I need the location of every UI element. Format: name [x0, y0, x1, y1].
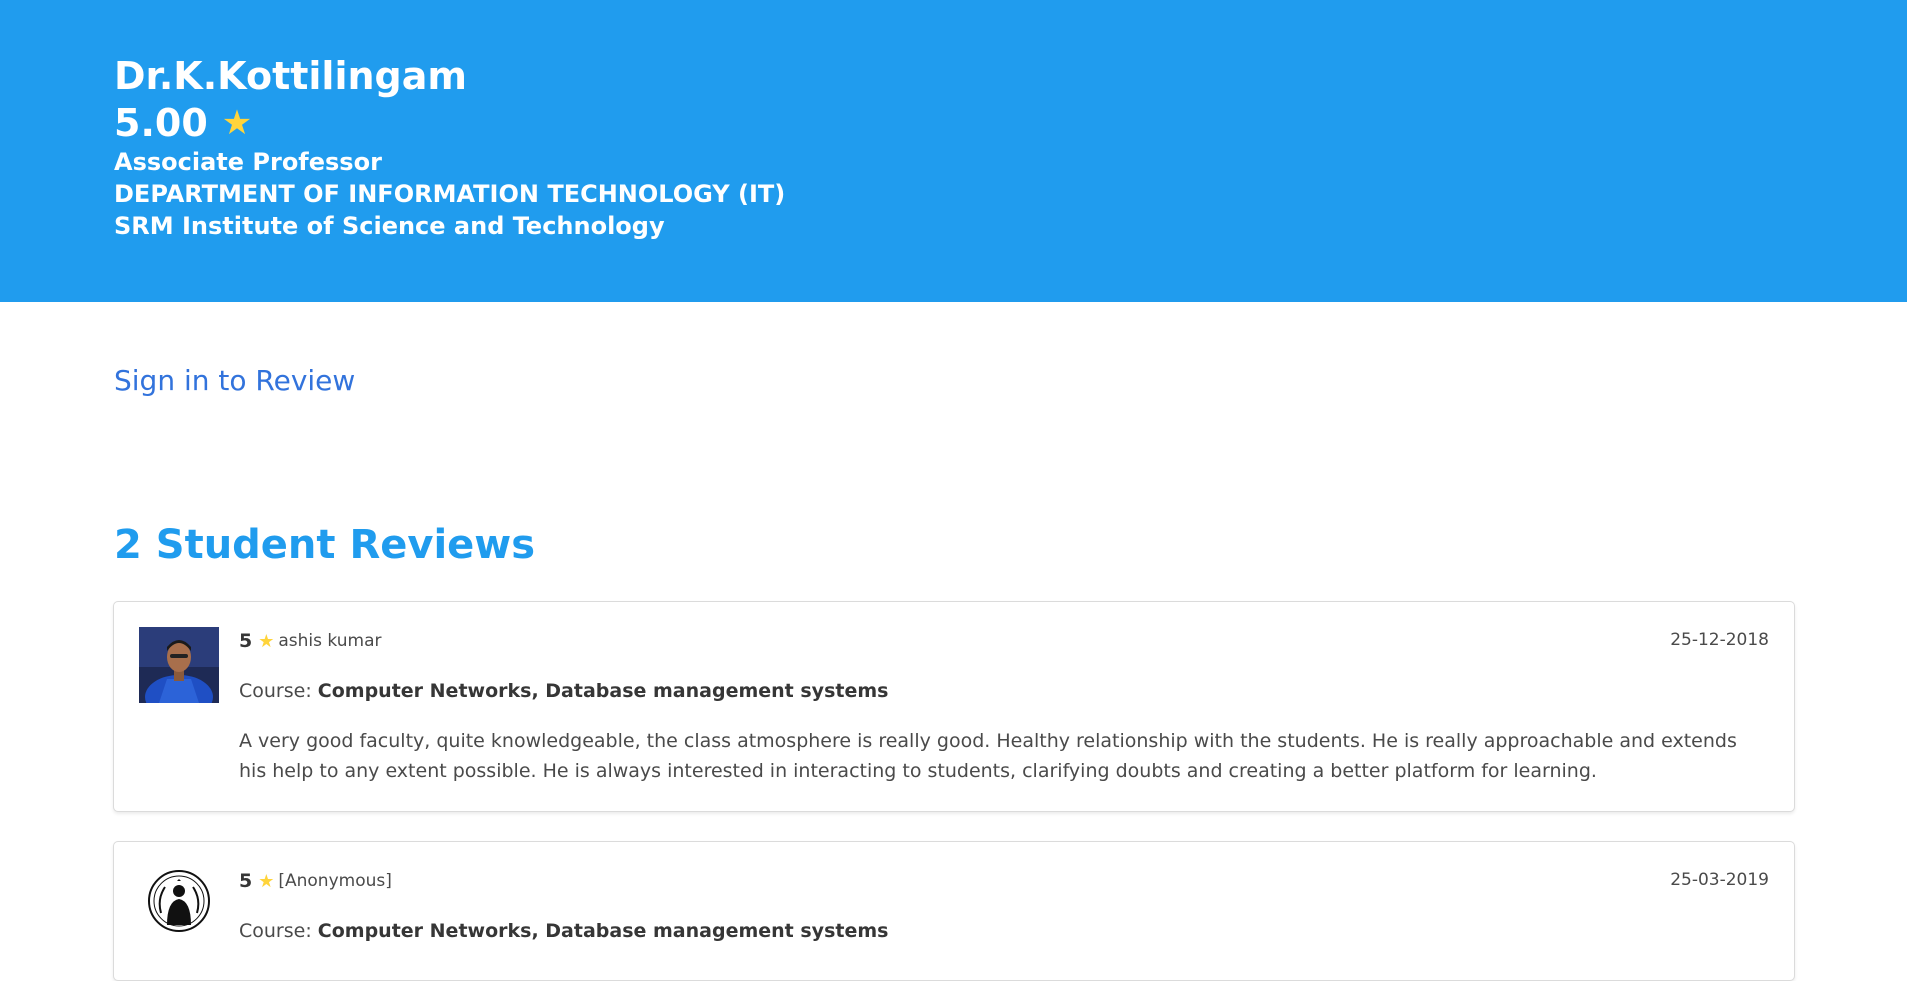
review-text: A very good faculty, quite knowledgeable… — [239, 730, 1737, 782]
course-name: Computer Networks, Database management s… — [317, 920, 889, 942]
reviewer-name: ashis kumar — [278, 631, 382, 651]
designation: Associate Professor — [114, 148, 382, 176]
course-label: Course: — [239, 920, 312, 942]
department: DEPARTMENT OF INFORMATION TECHNOLOGY (IT… — [114, 180, 786, 208]
overall-rating: 5.00 ★ — [114, 100, 1907, 146]
sign-in-to-review-link[interactable]: Sign in to Review — [114, 364, 355, 397]
review-card: 5 ★ [Anonymous] 25-03-2019 Course: Compu… — [113, 841, 1795, 981]
avatar — [139, 627, 219, 703]
review-date: 25-12-2018 — [1670, 630, 1769, 650]
review-meta: 5 ★ [Anonymous] — [239, 870, 392, 892]
rating-value: 5.00 — [114, 101, 208, 145]
review-meta: 5 ★ ashis kumar — [239, 630, 381, 652]
course-name: Computer Networks, Database management s… — [317, 680, 889, 702]
review-score: 5 — [239, 630, 253, 652]
review-course: Course: Computer Networks, Database mana… — [239, 920, 888, 942]
reviewer-name: [Anonymous] — [278, 871, 392, 891]
review-card: 5 ★ ashis kumar 25-12-2018 Course: Compu… — [113, 601, 1795, 812]
star-icon: ★ — [258, 870, 275, 892]
star-icon: ★ — [258, 630, 275, 652]
anonymous-avatar — [148, 870, 210, 932]
review-date: 25-03-2019 — [1670, 870, 1769, 890]
professor-name: Dr.K.Kottilingam — [114, 54, 467, 98]
review-score: 5 — [239, 870, 253, 892]
star-icon: ★ — [221, 103, 253, 143]
professor-header: Dr.K.Kottilingam 5.00 ★ Associate Profes… — [0, 0, 1907, 302]
course-label: Course: — [239, 680, 312, 702]
institution: SRM Institute of Science and Technology — [114, 212, 665, 240]
reviews-section-title: 2 Student Reviews — [114, 522, 536, 568]
review-course: Course: Computer Networks, Database mana… — [239, 680, 888, 702]
